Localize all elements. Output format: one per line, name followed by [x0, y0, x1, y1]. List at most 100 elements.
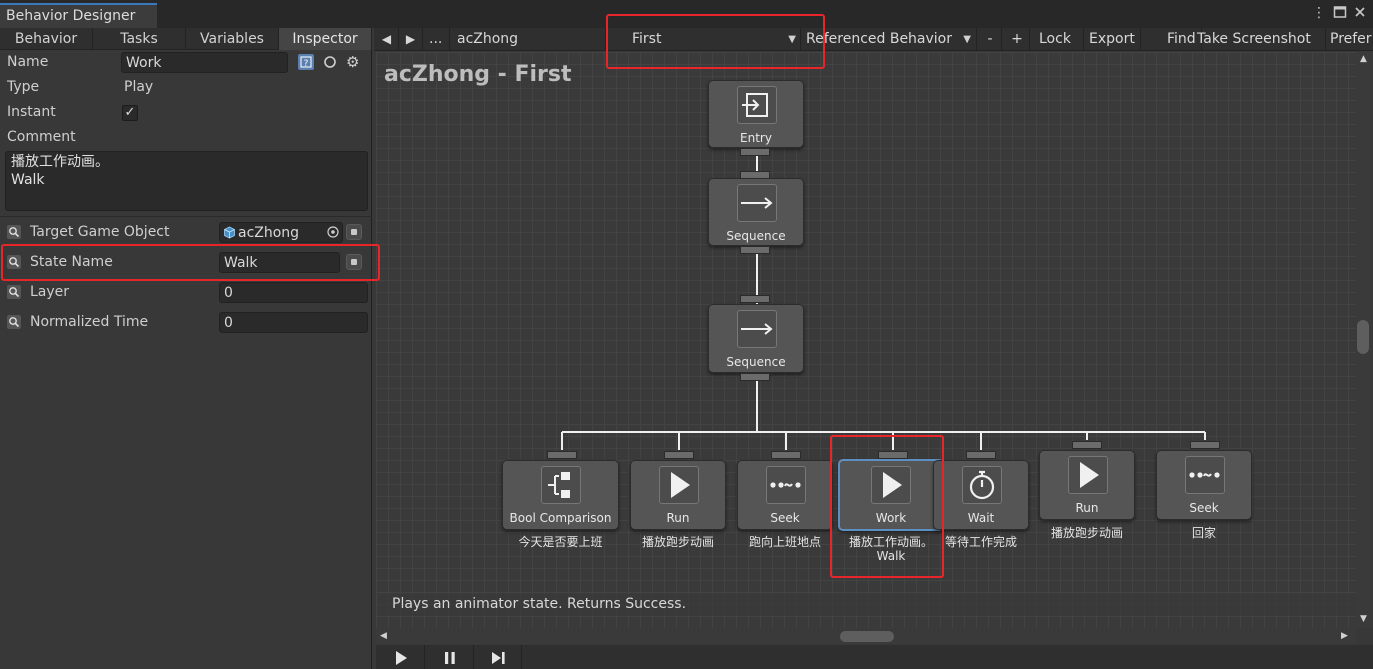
node-wait[interactable]: Wait: [933, 460, 1029, 530]
comment-textarea[interactable]: 播放工作动画。 Walk: [5, 151, 368, 211]
task-description: Plays an animator state. Returns Success…: [378, 594, 1358, 616]
node-label: Wait: [967, 511, 995, 525]
normalized-time-label: Normalized Time: [30, 314, 149, 330]
node-port[interactable]: [740, 148, 770, 156]
preferences-button[interactable]: Prefer: [1325, 28, 1373, 51]
node-seek[interactable]: Seek: [1156, 450, 1252, 520]
comment-label: Comment: [7, 129, 76, 145]
node-seek[interactable]: Seek: [737, 460, 833, 530]
tab-inspector[interactable]: Inspector: [279, 28, 372, 50]
stopwatch-icon: [962, 466, 1002, 504]
node-label: Run: [1075, 501, 1099, 515]
shared-variable-button[interactable]: [346, 254, 362, 270]
step-icon[interactable]: [474, 645, 522, 669]
layer-field[interactable]: 0: [219, 282, 368, 303]
node-comment: 播放跑步动画: [641, 535, 714, 549]
type-value: Play: [124, 79, 154, 95]
tab-behavior[interactable]: Behavior: [0, 28, 93, 50]
maximize-icon[interactable]: [1332, 5, 1348, 21]
node-comment: 回家: [1191, 526, 1216, 540]
search-icon[interactable]: [7, 285, 21, 299]
node-sequence[interactable]: Sequence: [708, 304, 804, 373]
referenced-behavior-dropdown[interactable]: Referenced Behavior ▼: [801, 28, 977, 51]
tab-variables[interactable]: Variables: [186, 28, 279, 50]
node-label: Work: [875, 511, 907, 525]
search-icon[interactable]: [7, 225, 21, 239]
lock-button[interactable]: Lock: [1034, 28, 1084, 51]
node-label: Run: [666, 511, 690, 525]
behavior-name[interactable]: acZhong: [452, 28, 606, 51]
pause-icon[interactable]: [426, 645, 474, 669]
target-game-object-field[interactable]: acZhong: [219, 222, 343, 243]
node-entry[interactable]: Entry: [708, 80, 804, 148]
scroll-right-arrow-icon[interactable]: ▶: [1341, 631, 1348, 641]
node-run[interactable]: Run: [1039, 450, 1135, 520]
node-comment: 播放跑步动画: [1050, 526, 1123, 540]
play-icon[interactable]: [377, 645, 425, 669]
export-button[interactable]: Export: [1084, 28, 1141, 51]
instant-label: Instant: [7, 104, 56, 120]
sequence-icon: [737, 184, 777, 222]
node-port[interactable]: [740, 295, 770, 303]
sequence-icon: [737, 310, 777, 348]
shared-variable-button[interactable]: [346, 224, 362, 240]
state-name-label: State Name: [30, 254, 113, 270]
node-bool-comparison[interactable]: Bool Comparison: [502, 460, 619, 530]
seek-icon: [766, 466, 806, 504]
instant-checkbox[interactable]: ✓: [122, 105, 138, 121]
search-icon[interactable]: [7, 255, 21, 269]
node-run[interactable]: Run: [630, 460, 726, 530]
scroll-down-arrow-icon[interactable]: ▼: [1360, 614, 1367, 624]
window-tab[interactable]: Behavior Designer: [0, 3, 157, 28]
name-field[interactable]: Work: [121, 52, 288, 73]
scroll-left-arrow-icon[interactable]: ◀: [380, 631, 387, 641]
take-screenshot-button[interactable]: Take Screenshot: [1192, 28, 1326, 51]
node-port[interactable]: [1072, 441, 1102, 449]
node-label: Sequence: [726, 355, 786, 369]
node-comment: 播放工作动画。: [848, 535, 933, 549]
more-button[interactable]: ...: [424, 28, 450, 51]
svg-text:?: ?: [304, 59, 309, 69]
node-sequence[interactable]: Sequence: [708, 178, 804, 246]
node-label: Seek: [1189, 501, 1219, 515]
tab-tasks[interactable]: Tasks: [93, 28, 186, 50]
scroll-up-arrow-icon[interactable]: ▲: [1360, 54, 1367, 64]
node-comment: 等待工作完成: [944, 535, 1017, 549]
dropdown-arrow-icon: ▼: [788, 34, 796, 45]
behavior-dropdown[interactable]: First ▼: [627, 28, 801, 51]
node-port[interactable]: [740, 246, 770, 254]
node-port[interactable]: [547, 451, 577, 459]
node-port[interactable]: [664, 451, 694, 459]
kebab-icon[interactable]: ⋮: [1311, 5, 1327, 21]
layer-label: Layer: [30, 284, 70, 300]
referenced-behavior-label: Referenced Behavior: [806, 31, 953, 47]
previous-arrow-icon[interactable]: ◀: [375, 28, 399, 51]
play-icon: [659, 466, 699, 504]
node-port[interactable]: [771, 451, 801, 459]
help-icon[interactable]: ?: [298, 54, 314, 70]
gear-icon[interactable]: ⚙: [346, 53, 364, 71]
playback-bar: [376, 645, 1373, 669]
normalized-time-field[interactable]: 0: [219, 312, 368, 333]
state-name-field[interactable]: Walk: [219, 252, 340, 273]
reset-icon[interactable]: [322, 54, 338, 70]
search-icon[interactable]: [7, 315, 21, 329]
node-label: Sequence: [726, 229, 786, 243]
vertical-scroll-thumb[interactable]: [1357, 320, 1369, 354]
next-arrow-icon[interactable]: ▶: [399, 28, 423, 51]
node-port[interactable]: [1190, 441, 1220, 449]
node-port[interactable]: [740, 373, 770, 381]
seek-icon: [1185, 456, 1225, 494]
close-icon[interactable]: [1352, 5, 1368, 21]
object-picker-icon[interactable]: [326, 225, 340, 239]
node-port[interactable]: [878, 451, 908, 459]
dropdown-arrow-icon: ▼: [963, 34, 971, 45]
plus-button[interactable]: +: [1005, 28, 1030, 51]
node-comment: 跑向上班地点: [748, 535, 821, 549]
type-label: Type: [7, 79, 40, 95]
minus-button[interactable]: -: [979, 28, 1002, 51]
horizontal-scroll-thumb[interactable]: [840, 631, 894, 642]
behavior-dropdown-value: First: [632, 31, 662, 47]
node-port[interactable]: [966, 451, 996, 459]
node-work[interactable]: Work: [838, 459, 944, 531]
